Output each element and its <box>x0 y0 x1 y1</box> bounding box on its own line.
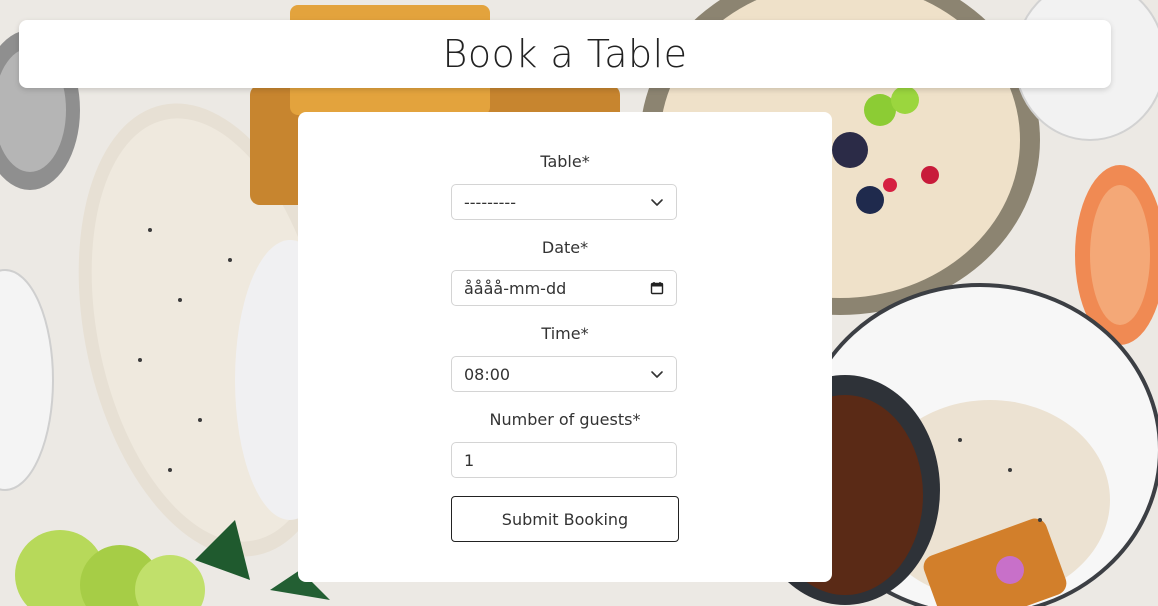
date-input[interactable]: åååå-mm-dd <box>451 270 677 306</box>
chevron-down-icon <box>651 199 663 206</box>
guests-input[interactable]: 1 <box>451 442 677 478</box>
chevron-down-icon <box>651 371 663 378</box>
table-label: Table* <box>540 152 590 171</box>
title-bar: Book a Table <box>19 20 1111 88</box>
guests-input-value: 1 <box>464 450 475 470</box>
booking-form: Table* --------- Date* åååå-mm-dd Time* … <box>298 112 832 582</box>
date-label: Date* <box>541 238 589 257</box>
page-title: Book a Table <box>442 32 688 76</box>
submit-booking-button[interactable]: Submit Booking <box>451 496 679 542</box>
table-select[interactable]: --------- <box>451 184 677 220</box>
table-select-value: --------- <box>464 192 516 212</box>
calendar-icon[interactable] <box>650 281 664 295</box>
guests-label: Number of guests* <box>489 410 641 429</box>
submit-booking-label: Submit Booking <box>501 509 629 529</box>
time-select-value: 08:00 <box>464 364 511 384</box>
time-select[interactable]: 08:00 <box>451 356 677 392</box>
date-input-value: åååå-mm-dd <box>464 278 567 298</box>
time-label: Time* <box>541 324 589 343</box>
